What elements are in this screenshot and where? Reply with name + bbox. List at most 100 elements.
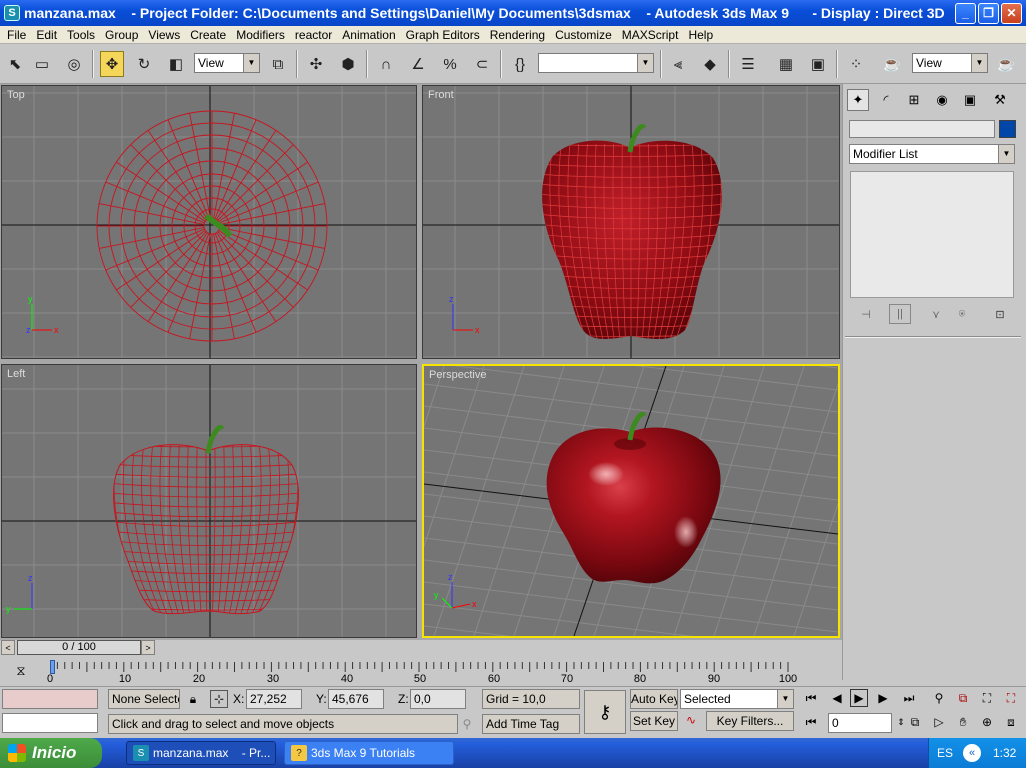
menu-maxscript[interactable]: MAXScript bbox=[617, 28, 684, 42]
object-name-input[interactable] bbox=[849, 120, 995, 138]
spinner-snap-icon[interactable]: ⊂ bbox=[470, 52, 494, 76]
open-mini-curve-editor-icon[interactable]: ⧖ bbox=[10, 662, 32, 680]
create-tab-icon[interactable]: ✦ bbox=[847, 89, 869, 111]
add-time-tag-button[interactable]: Add Time Tag bbox=[482, 714, 580, 734]
time-slider-thumb[interactable]: 0 / 100 bbox=[17, 640, 141, 655]
quick-render-icon[interactable]: ☕ bbox=[994, 52, 1018, 76]
language-indicator[interactable]: ES bbox=[937, 746, 953, 760]
show-end-result-icon[interactable]: || bbox=[889, 304, 911, 324]
viewport-label-top[interactable]: Top bbox=[7, 89, 25, 101]
object-color-swatch[interactable] bbox=[999, 120, 1016, 138]
pin-stack-icon[interactable]: ⊣ bbox=[855, 304, 877, 324]
schematic-view-icon[interactable]: ▣ bbox=[806, 52, 830, 76]
pan-view-icon[interactable]: ✋︎ bbox=[954, 713, 972, 731]
select-region-icon[interactable]: ▭ bbox=[30, 52, 54, 76]
menu-edit[interactable]: Edit bbox=[31, 28, 62, 42]
zoom-extents-icon[interactable]: ⛶ bbox=[978, 689, 996, 707]
pivot-center-icon[interactable]: ⧉ bbox=[266, 52, 290, 76]
menu-file[interactable]: File bbox=[2, 28, 31, 42]
menu-tools[interactable]: Tools bbox=[62, 28, 100, 42]
material-editor-icon[interactable]: ⁘ bbox=[844, 52, 868, 76]
align-icon[interactable]: ◆ bbox=[698, 52, 722, 76]
select-and-scale-icon[interactable]: ◧ bbox=[164, 52, 188, 76]
angle-snap-icon[interactable]: ∠ bbox=[406, 52, 430, 76]
current-frame-marker[interactable] bbox=[50, 660, 55, 674]
top-viewport[interactable]: y x z Top bbox=[1, 85, 417, 359]
lock-selection-icon[interactable]: 🔒︎ bbox=[184, 690, 202, 708]
viewport-label-front[interactable]: Front bbox=[428, 89, 454, 101]
front-viewport[interactable]: z x Front bbox=[422, 85, 840, 359]
taskbar-item-tutorials[interactable]: ? 3ds Max 9 Tutorials bbox=[284, 741, 454, 765]
maxscript-listener-mini[interactable] bbox=[2, 689, 98, 709]
left-viewport[interactable]: z y Left bbox=[1, 364, 417, 638]
render-scene-icon[interactable]: ☕ bbox=[880, 52, 904, 76]
modifier-stack[interactable] bbox=[850, 171, 1014, 298]
keyboard-shortcut-override-icon[interactable]: ⬢ bbox=[336, 52, 360, 76]
tray-expand-icon[interactable]: « bbox=[963, 744, 981, 762]
key-mode-toggle-icon[interactable]: ⏮ bbox=[802, 713, 820, 731]
layer-manager-icon[interactable]: ☰ bbox=[736, 52, 760, 76]
set-key-button[interactable]: Set Key bbox=[630, 711, 678, 731]
percent-snap-icon[interactable]: % bbox=[438, 52, 462, 76]
make-unique-icon[interactable]: ⋎ bbox=[925, 304, 947, 324]
default-in-out-tangent-icon[interactable]: ∿ bbox=[682, 711, 700, 729]
current-frame-field[interactable]: 0 bbox=[828, 713, 892, 733]
window-crossing-icon[interactable]: ◎ bbox=[62, 52, 86, 76]
absolute-mode-transform-icon[interactable]: ⊹ bbox=[210, 690, 228, 708]
menu-reactor[interactable]: reactor bbox=[290, 28, 337, 42]
remove-modifier-icon[interactable]: ⍟ bbox=[951, 304, 973, 324]
auto-key-button[interactable]: Auto Key bbox=[630, 689, 678, 709]
motion-tab-icon[interactable]: ◉ bbox=[931, 89, 953, 111]
menu-group[interactable]: Group bbox=[100, 28, 143, 42]
start-button[interactable]: Inicio bbox=[0, 738, 102, 768]
previous-frame-icon[interactable]: ◀︎ bbox=[828, 689, 846, 707]
named-selection-sets-dropdown[interactable]: ▼ bbox=[538, 53, 654, 73]
y-coordinate-field[interactable]: 45,676 bbox=[328, 689, 384, 709]
menu-rendering[interactable]: Rendering bbox=[485, 28, 550, 42]
track-bar[interactable]: ⧖ 0 10 20 30 40 50 60 70 80 90 100 bbox=[0, 656, 842, 686]
render-view-dropdown[interactable]: View ▼ bbox=[912, 53, 988, 73]
configure-modifier-sets-icon[interactable]: ⊡ bbox=[989, 304, 1011, 324]
next-frame-icon[interactable]: ▶︎ bbox=[874, 689, 892, 707]
perspective-viewport[interactable]: z x y Perspective bbox=[422, 364, 840, 638]
time-configuration-icon[interactable]: ⧉ bbox=[906, 713, 924, 731]
play-icon[interactable]: ▶︎ bbox=[850, 689, 868, 707]
viewport-label-perspective[interactable]: Perspective bbox=[429, 369, 486, 381]
key-filters-button[interactable]: Key Filters... bbox=[706, 711, 794, 731]
time-slider-prev-icon[interactable]: < bbox=[1, 640, 15, 655]
menu-graph-editors[interactable]: Graph Editors bbox=[401, 28, 485, 42]
field-of-view-icon[interactable]: ▷ bbox=[930, 713, 948, 731]
minimize-button[interactable]: _ bbox=[955, 2, 976, 24]
taskbar-item-3dsmax[interactable]: Smanzana.max - Pr... bbox=[126, 741, 276, 765]
arc-rotate-icon[interactable]: ⊕ bbox=[978, 713, 996, 731]
zoom-icon[interactable]: ⚲ bbox=[930, 689, 948, 707]
reference-coordinate-dropdown[interactable]: View ▼ bbox=[194, 53, 260, 73]
go-to-start-icon[interactable]: ⏮ bbox=[802, 689, 820, 707]
key-icon[interactable]: ⚷ bbox=[584, 690, 626, 734]
modifier-list-dropdown[interactable]: Modifier List ▼ bbox=[849, 144, 1015, 164]
select-object-icon[interactable]: ⬉ bbox=[3, 52, 27, 76]
degradation-override-icon[interactable]: ⚲ bbox=[458, 715, 476, 733]
manipulate-icon[interactable]: ✣ bbox=[304, 52, 328, 76]
close-button[interactable]: ✕ bbox=[1001, 2, 1022, 24]
key-set-dropdown[interactable]: Selected ▼ bbox=[680, 689, 794, 709]
curve-editor-icon[interactable]: ▦ bbox=[774, 52, 798, 76]
display-tab-icon[interactable]: ▣ bbox=[959, 89, 981, 111]
zoom-all-icon[interactable]: ⧉ bbox=[954, 689, 972, 707]
maxscript-output-mini[interactable] bbox=[2, 713, 98, 733]
time-slider-next-icon[interactable]: > bbox=[141, 640, 155, 655]
go-to-end-icon[interactable]: ⏭ bbox=[900, 689, 918, 707]
x-coordinate-field[interactable]: 27,252 bbox=[246, 689, 302, 709]
zoom-extents-all-icon[interactable]: ⛶ bbox=[1002, 689, 1020, 707]
snaps-toggle-icon[interactable]: ∩ bbox=[374, 52, 398, 76]
menu-create[interactable]: Create bbox=[185, 28, 231, 42]
select-and-move-icon[interactable]: ✥ bbox=[100, 51, 124, 77]
viewport-label-left[interactable]: Left bbox=[7, 368, 25, 380]
z-coordinate-field[interactable]: 0,0 bbox=[410, 689, 466, 709]
select-and-rotate-icon[interactable]: ↻ bbox=[132, 52, 156, 76]
track-ruler[interactable]: 0 10 20 30 40 50 60 70 80 90 100 bbox=[47, 660, 812, 685]
maximize-viewport-icon[interactable]: ⧈ bbox=[1002, 713, 1020, 731]
mirror-icon[interactable]: ⫷ bbox=[666, 52, 690, 76]
menu-help[interactable]: Help bbox=[683, 28, 718, 42]
edit-named-selection-icon[interactable]: {} bbox=[508, 52, 532, 76]
